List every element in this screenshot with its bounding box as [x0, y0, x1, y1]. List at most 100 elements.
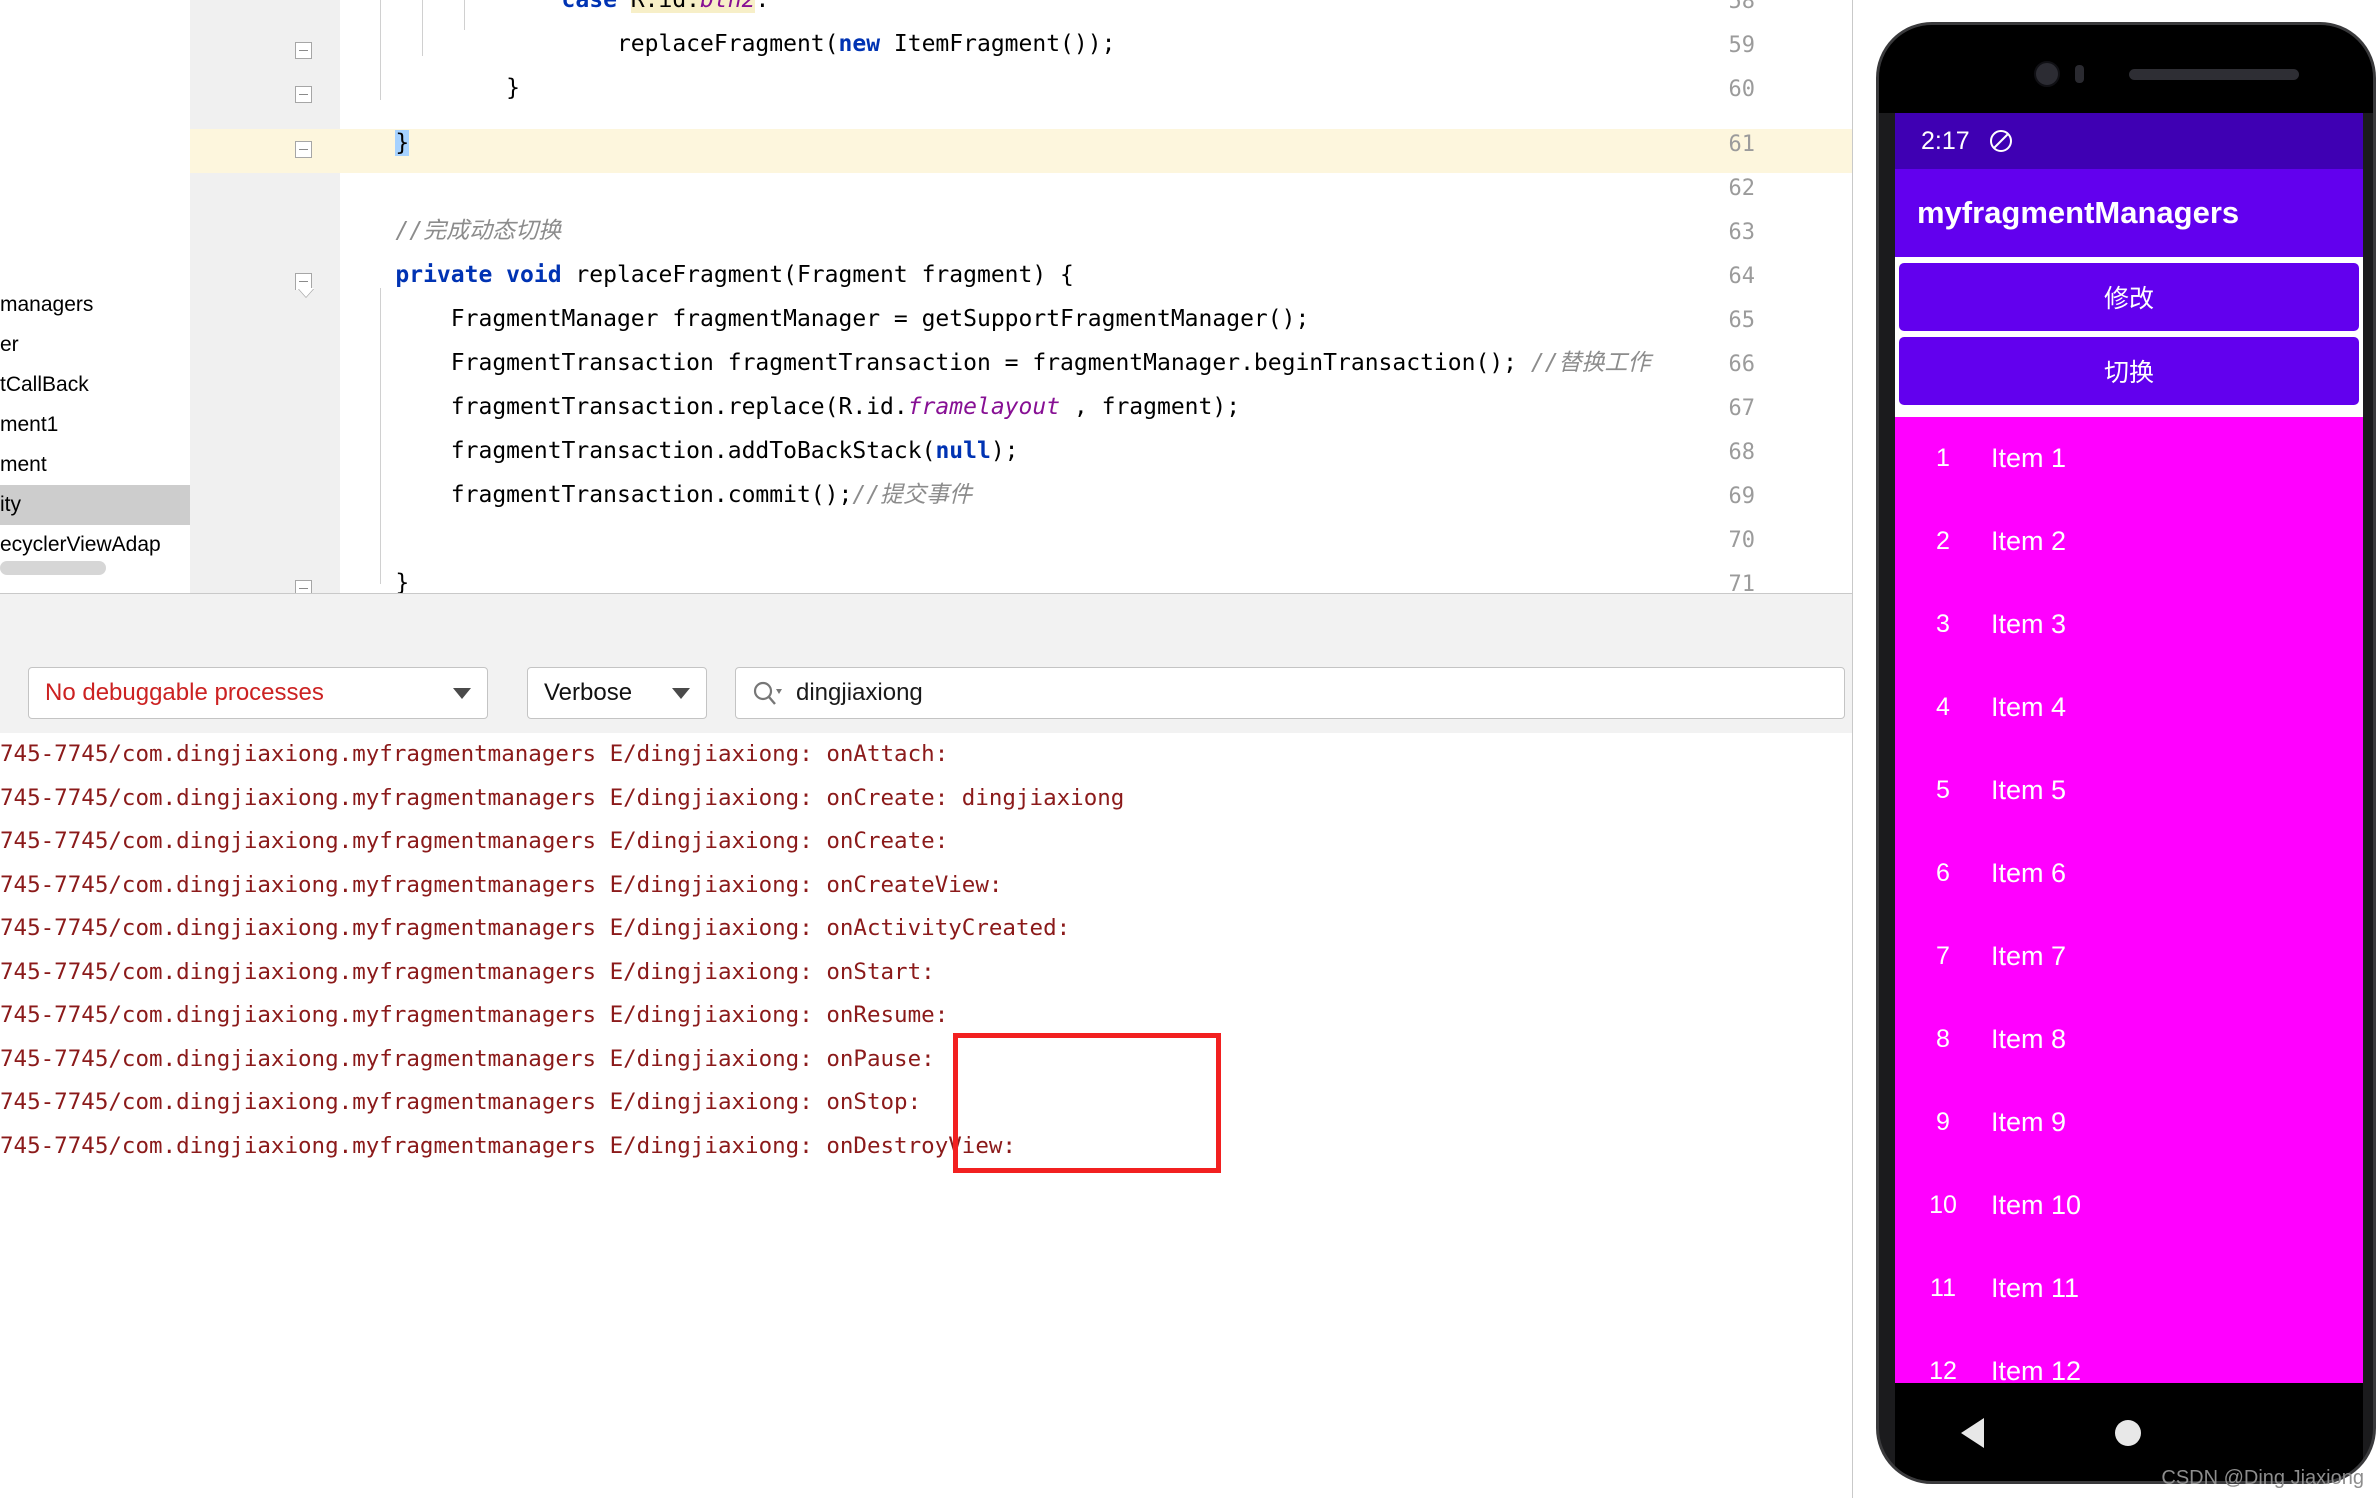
logcat-panel: No debuggable processes Verbose dingjiax…	[0, 653, 1853, 1498]
log-row-message: onDestroyView:	[826, 1132, 1016, 1159]
log-row: 745-7745/com.dingjiaxiong.myfragmentmana…	[0, 864, 1853, 908]
log-row: 745-7745/com.dingjiaxiong.myfragmentmana…	[0, 951, 1853, 995]
list-item[interactable]: 11 Item 11	[1895, 1247, 2363, 1330]
emulator-panel: 2:17 myfragmentManagers 修改 切换 1 Item 1 2 I…	[1853, 0, 2378, 1498]
list-item[interactable]: 5 Item 5	[1895, 749, 2363, 832]
android-status-bar: 2:17	[1895, 113, 2363, 169]
list-item-label: Item 7	[1991, 941, 2067, 971]
list-item-label: Item 9	[1991, 1107, 2067, 1137]
fold-marker-icon[interactable]	[295, 580, 317, 593]
log-row: 745-7745/com.dingjiaxiong.myfragmentmana…	[0, 1038, 1853, 1082]
list-item-label: Item 11	[1991, 1273, 2080, 1303]
log-row-prefix: 745-7745/com.dingjiaxiong.myfragmentmana…	[0, 915, 827, 941]
code-line-71: }	[340, 570, 410, 593]
log-level-dropdown[interactable]: Verbose	[527, 667, 707, 719]
code-text[interactable]: case R.id.btn2: replaceFragment(new Item…	[340, 0, 1853, 593]
list-item-number: 8	[1936, 1025, 1950, 1053]
log-row-message: onPause:	[826, 1045, 935, 1072]
switch-button-label: 切换	[2103, 359, 2154, 387]
chevron-down-icon	[672, 687, 690, 699]
tree-item-4[interactable]: ment	[0, 445, 190, 485]
list-item[interactable]: 4 Item 4	[1895, 666, 2363, 749]
tree-item-3[interactable]: ment1	[0, 405, 190, 445]
phone-screen[interactable]: 2:17 myfragmentManagers 修改 切换 1 Item 1 2 I…	[1895, 113, 2363, 1383]
editor-gutter[interactable]	[190, 0, 340, 593]
list-item-number: 2	[1936, 527, 1950, 555]
code-line-58: case R.id.btn2:	[340, 0, 769, 22]
home-icon[interactable]	[2115, 1420, 2142, 1446]
phone-device-frame: 2:17 myfragmentManagers 修改 切换 1 Item 1 2 I…	[1876, 22, 2376, 1484]
list-item[interactable]: 8 Item 8	[1895, 998, 2363, 1081]
log-row-message: onCreate:	[826, 828, 949, 854]
code-editor[interactable]: 58 59 60 61 62 63 64 65 66 67 68 69 70 7…	[190, 0, 1853, 593]
tree-item-2[interactable]: tCallBack	[0, 365, 190, 405]
tree-item-5-selected[interactable]: ity	[0, 485, 190, 525]
list-item[interactable]: 12 Item 12	[1895, 1330, 2363, 1383]
list-item-number: 7	[1936, 942, 1950, 970]
list-item-number: 11	[1930, 1274, 1956, 1302]
tree-item-0[interactable]: managers	[0, 285, 190, 325]
modify-button[interactable]: 修改	[1899, 263, 2359, 331]
code-line-69: fragmentTransaction.commit();//提交事件	[340, 482, 973, 508]
process-selector-label: No debuggable processes	[45, 679, 324, 706]
list-item-number: 12	[1929, 1357, 1957, 1383]
list-item[interactable]: 7 Item 7	[1895, 915, 2363, 998]
editor-status-strip	[0, 593, 1853, 654]
list-item-number: 3	[1936, 610, 1950, 638]
back-icon[interactable]	[1960, 1418, 1984, 1448]
fold-marker-icon[interactable]	[295, 86, 317, 108]
log-row-message: onResume:	[826, 1002, 949, 1028]
tree-item-1[interactable]: er	[0, 325, 190, 365]
logcat-output[interactable]: 745-7745/com.dingjiaxiong.myfragmentmana…	[0, 733, 1853, 1498]
chevron-down-icon	[453, 687, 471, 699]
fold-marker-icon[interactable]	[295, 141, 317, 163]
list-item-number: 4	[1936, 693, 1950, 721]
log-row: 745-7745/com.dingjiaxiong.myfragmentmana…	[0, 820, 1853, 864]
front-camera-icon	[2034, 61, 2060, 87]
code-line-63: //完成动态切换	[395, 218, 562, 244]
list-item[interactable]: 9 Item 9	[1895, 1081, 2363, 1164]
logcat-search-input[interactable]: dingjiaxiong	[735, 667, 1845, 719]
code-line-66: FragmentTransaction fragmentTransaction …	[340, 350, 1651, 376]
log-row: 745-7745/com.dingjiaxiong.myfragmentmana…	[0, 1081, 1853, 1125]
tree-item-label: managers	[0, 293, 94, 316]
tree-item-label: ment1	[0, 413, 59, 436]
process-selector-dropdown[interactable]: No debuggable processes	[28, 667, 488, 719]
switch-button[interactable]: 切换	[1899, 337, 2359, 405]
log-row-prefix: 745-7745/com.dingjiaxiong.myfragmentmana…	[0, 784, 827, 811]
list-item-number: 5	[1936, 776, 1950, 804]
list-item[interactable]: 10 Item 10	[1895, 1164, 2363, 1247]
log-row-message: onStop:	[826, 1089, 922, 1115]
log-row-message: onAttach:	[826, 741, 949, 767]
fold-marker-expanded-icon[interactable]	[295, 273, 317, 295]
code-line-64: private void replaceFragment(Fragment fr…	[395, 262, 1074, 288]
code-line-60: }	[340, 75, 521, 101]
log-row-prefix: 745-7745/com.dingjiaxiong.myfragmentmana…	[0, 1045, 827, 1072]
log-row-prefix: 745-7745/com.dingjiaxiong.myfragmentmana…	[0, 741, 827, 767]
search-icon[interactable]	[752, 680, 782, 706]
log-row-prefix: 745-7745/com.dingjiaxiong.myfragmentmana…	[0, 958, 827, 985]
logcat-toolbar: No debuggable processes Verbose dingjiax…	[0, 653, 1853, 733]
ide-window: managers er tCallBack ment1 ment ity ecy…	[0, 0, 1853, 1498]
list-item-label: Item 1	[1991, 443, 2067, 473]
list-item-number: 10	[1929, 1191, 1957, 1219]
list-item[interactable]: 1 Item 1	[1895, 417, 2363, 500]
log-row-message: onCreate: dingjiaxiong	[826, 784, 1125, 811]
log-row-message: onActivityCreated:	[826, 915, 1071, 941]
tree-horizontal-scrollbar[interactable]	[0, 561, 106, 575]
tree-top-spacer	[0, 0, 190, 285]
item-recycler-list[interactable]: 1 Item 1 2 Item 2 3 Item 3 4 Item 4 5 Item 5 …	[1895, 417, 2363, 1383]
log-row: 745-7745/com.dingjiaxiong.myfragmentmana…	[0, 733, 1853, 777]
log-row-message: onCreateView:	[826, 871, 1003, 898]
list-item-label: Item 12	[1991, 1356, 2082, 1383]
log-level-label: Verbose	[544, 679, 633, 706]
list-item-label: Item 3	[1991, 609, 2067, 639]
list-item[interactable]: 6 Item 6	[1895, 832, 2363, 915]
fold-marker-icon[interactable]	[295, 42, 317, 64]
earpiece-speaker-icon	[2129, 69, 2299, 80]
project-tree-panel[interactable]: managers er tCallBack ment1 ment ity ecy…	[0, 0, 191, 593]
log-row: 745-7745/com.dingjiaxiong.myfragmentmana…	[0, 777, 1853, 821]
list-item[interactable]: 2 Item 2	[1895, 500, 2363, 583]
list-item[interactable]: 3 Item 3	[1895, 583, 2363, 666]
tree-item-6[interactable]: ecyclerViewAdap	[0, 525, 190, 565]
